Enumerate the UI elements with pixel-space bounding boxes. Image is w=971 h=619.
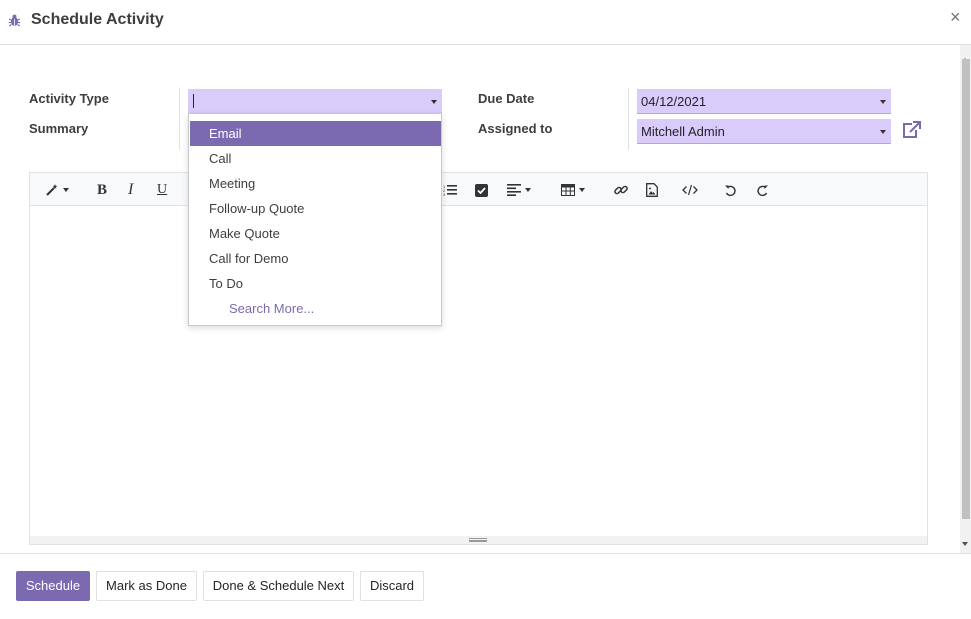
magic-wand-icon[interactable]: [45, 180, 69, 200]
text-cursor: [193, 94, 194, 108]
dialog-footer: Schedule Mark as Done Done & Schedule Ne…: [0, 553, 971, 619]
external-link-icon[interactable]: [901, 121, 921, 142]
dropdown-item-meeting[interactable]: Meeting: [190, 171, 441, 196]
search-more-link[interactable]: Search More...: [190, 296, 441, 321]
close-icon[interactable]: ×: [950, 8, 961, 26]
bug-icon: [8, 13, 21, 30]
editor-toolbar: B I U 1 2 3: [30, 173, 927, 206]
scroll-down-arrow-icon[interactable]: [962, 542, 968, 546]
activity-type-dropdown: Email Call Meeting Follow-up Quote Make …: [188, 113, 442, 326]
redo-icon[interactable]: [756, 180, 769, 200]
due-date-label: Due Date: [478, 91, 535, 106]
scrollbar[interactable]: [960, 45, 971, 553]
checklist-icon[interactable]: [475, 180, 488, 200]
italic-button[interactable]: I: [128, 180, 133, 200]
due-date-value: 04/12/2021: [641, 94, 707, 109]
dropdown-item-call[interactable]: Call: [190, 146, 441, 171]
chevron-down-icon[interactable]: [431, 100, 437, 104]
note-editor[interactable]: B I U 1 2 3: [29, 172, 928, 545]
editor-resize-handle[interactable]: [30, 536, 927, 544]
schedule-button[interactable]: Schedule: [16, 571, 90, 601]
due-date-input[interactable]: 04/12/2021: [637, 89, 891, 114]
svg-text:3: 3: [443, 192, 446, 197]
table-icon[interactable]: [561, 180, 585, 200]
underline-button[interactable]: U: [157, 180, 167, 200]
activity-type-label: Activity Type: [29, 91, 109, 106]
chevron-down-icon[interactable]: [880, 130, 886, 134]
link-icon[interactable]: [614, 180, 628, 200]
done-schedule-next-button[interactable]: Done & Schedule Next: [203, 571, 354, 601]
dropdown-item-email[interactable]: Email: [190, 121, 441, 146]
dropdown-item-make-quote[interactable]: Make Quote: [190, 221, 441, 246]
summary-label: Summary: [29, 121, 89, 136]
dropdown-item-call-for-demo[interactable]: Call for Demo: [190, 246, 441, 271]
resize-grip-icon[interactable]: [469, 538, 487, 542]
image-icon[interactable]: [646, 180, 658, 200]
align-left-icon[interactable]: [507, 180, 531, 200]
numbered-list-icon[interactable]: 1 2 3: [443, 180, 457, 200]
mark-as-done-button[interactable]: Mark as Done: [96, 571, 197, 601]
column-separator: [179, 88, 180, 150]
dropdown-item-follow-up-quote[interactable]: Follow-up Quote: [190, 196, 441, 221]
assigned-to-label: Assigned to: [478, 121, 553, 136]
dialog-title: Schedule Activity: [31, 11, 164, 28]
dropdown-item-to-do[interactable]: To Do: [190, 271, 441, 296]
code-view-icon[interactable]: [682, 180, 698, 200]
dialog-header: Schedule Activity ×: [0, 0, 971, 45]
discard-button[interactable]: Discard: [360, 571, 424, 601]
assigned-to-value: Mitchell Admin: [641, 124, 725, 139]
assigned-to-input[interactable]: Mitchell Admin: [637, 119, 891, 144]
chevron-down-icon[interactable]: [880, 100, 886, 104]
column-separator: [628, 88, 629, 150]
bold-button[interactable]: B: [97, 180, 107, 200]
activity-type-input[interactable]: [188, 89, 442, 114]
undo-icon[interactable]: [724, 180, 737, 200]
scrollbar-thumb[interactable]: [962, 59, 970, 519]
